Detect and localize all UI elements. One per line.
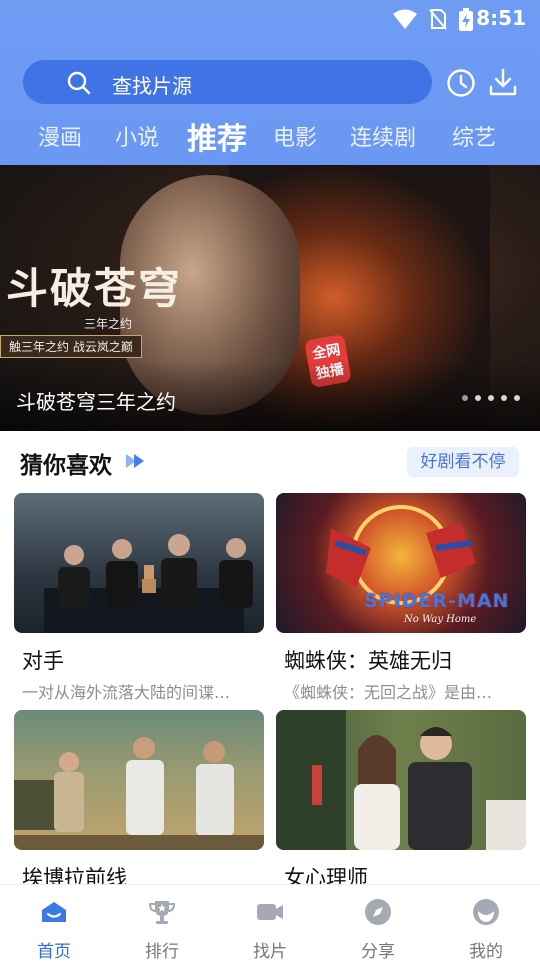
no-sim-icon bbox=[429, 9, 447, 30]
wifi-icon bbox=[393, 9, 417, 29]
video-thumbnail bbox=[14, 710, 264, 850]
nav-ranking[interactable]: 排行 bbox=[108, 885, 216, 962]
nav-share-label: 分享 bbox=[361, 942, 395, 962]
poster-subtitle: No Way Home bbox=[404, 614, 477, 625]
video-card[interactable]: 对手 一对从海外流落大陆的间谍… bbox=[14, 493, 264, 703]
thumbnail-art bbox=[44, 534, 253, 633]
carousel-dot[interactable] bbox=[501, 395, 507, 401]
history-icon[interactable] bbox=[446, 68, 476, 98]
search-icon bbox=[67, 71, 91, 95]
tab-novels[interactable]: 小说 bbox=[115, 120, 159, 152]
carousel-dot[interactable] bbox=[514, 395, 520, 401]
banner-title: 斗破苍穹三年之约 bbox=[16, 390, 176, 414]
carousel-dot[interactable] bbox=[488, 395, 494, 401]
download-icon[interactable] bbox=[488, 67, 518, 97]
more-button[interactable]: 好剧看不停 bbox=[407, 447, 519, 477]
status-time: 8:51 bbox=[476, 6, 526, 30]
banner-logo-subtitle: 三年之约 bbox=[84, 317, 133, 331]
video-card[interactable]: 女心理师 bbox=[276, 710, 526, 892]
search-bar[interactable]: 查找片源 bbox=[23, 60, 432, 104]
battery-charging-icon bbox=[459, 8, 473, 31]
thumbnail-art bbox=[326, 505, 476, 605]
profile-icon bbox=[473, 899, 499, 925]
thumbnail-art bbox=[276, 710, 526, 850]
search-placeholder: 查找片源 bbox=[112, 74, 192, 98]
video-card[interactable]: 埃博拉前线 bbox=[14, 710, 264, 892]
category-tabs: 漫画 小说 推荐 电影 连续剧 综艺 bbox=[0, 112, 540, 158]
nav-find-label: 找片 bbox=[253, 942, 287, 962]
carousel-dot[interactable] bbox=[475, 395, 481, 401]
tab-recommended[interactable]: 推荐 bbox=[187, 114, 247, 158]
play-forward-icon bbox=[126, 454, 144, 468]
thumbnail-art bbox=[14, 737, 264, 850]
nav-home-label: 首页 bbox=[37, 942, 71, 962]
video-thumbnail bbox=[276, 710, 526, 850]
video-description: 《蜘蛛侠：无回之战》是由… bbox=[284, 683, 493, 702]
nav-ranking-label: 排行 bbox=[145, 942, 179, 962]
tab-variety[interactable]: 综艺 bbox=[452, 120, 496, 152]
bottom-navigation: 首页 排行 找片 分享 我的 bbox=[0, 884, 540, 962]
home-icon bbox=[42, 902, 66, 922]
nav-mine[interactable]: 我的 bbox=[432, 885, 540, 962]
video-title: 对手 bbox=[22, 649, 64, 673]
section-title: 猜你喜欢 bbox=[20, 453, 112, 479]
banner-logo-tagline: 触三年之约 战云岚之巅 bbox=[0, 335, 142, 358]
trophy-icon bbox=[148, 901, 176, 924]
compass-icon bbox=[365, 899, 391, 925]
video-camera-icon bbox=[257, 904, 283, 920]
nav-find[interactable]: 找片 bbox=[216, 885, 324, 962]
video-description: 一对从海外流落大陆的间谍… bbox=[22, 683, 231, 702]
nav-mine-label: 我的 bbox=[469, 942, 503, 962]
poster-title: SPIDER-MAN bbox=[364, 590, 510, 612]
tab-comics[interactable]: 漫画 bbox=[38, 120, 82, 152]
video-thumbnail: SPIDER-MAN No Way Home bbox=[276, 493, 526, 633]
carousel-dot[interactable] bbox=[462, 395, 468, 401]
banner-logo-title: 斗破苍穹 bbox=[6, 264, 183, 313]
tab-movies[interactable]: 电影 bbox=[273, 120, 317, 152]
nav-home[interactable]: 首页 bbox=[0, 885, 108, 962]
nav-share[interactable]: 分享 bbox=[324, 885, 432, 962]
video-thumbnail bbox=[14, 493, 264, 633]
tab-series[interactable]: 连续剧 bbox=[350, 120, 416, 152]
status-bar: 8:51 bbox=[0, 0, 540, 38]
video-card[interactable]: SPIDER-MAN No Way Home 蜘蛛侠：英雄无归 《蜘蛛侠：无回之… bbox=[276, 493, 526, 703]
video-title: 蜘蛛侠：英雄无归 bbox=[284, 649, 452, 673]
featured-banner[interactable]: 斗破苍穹 三年之约 触三年之约 战云岚之巅 全网 独播 斗破苍穹三年之约 bbox=[0, 165, 540, 431]
carousel-indicator bbox=[455, 386, 520, 405]
